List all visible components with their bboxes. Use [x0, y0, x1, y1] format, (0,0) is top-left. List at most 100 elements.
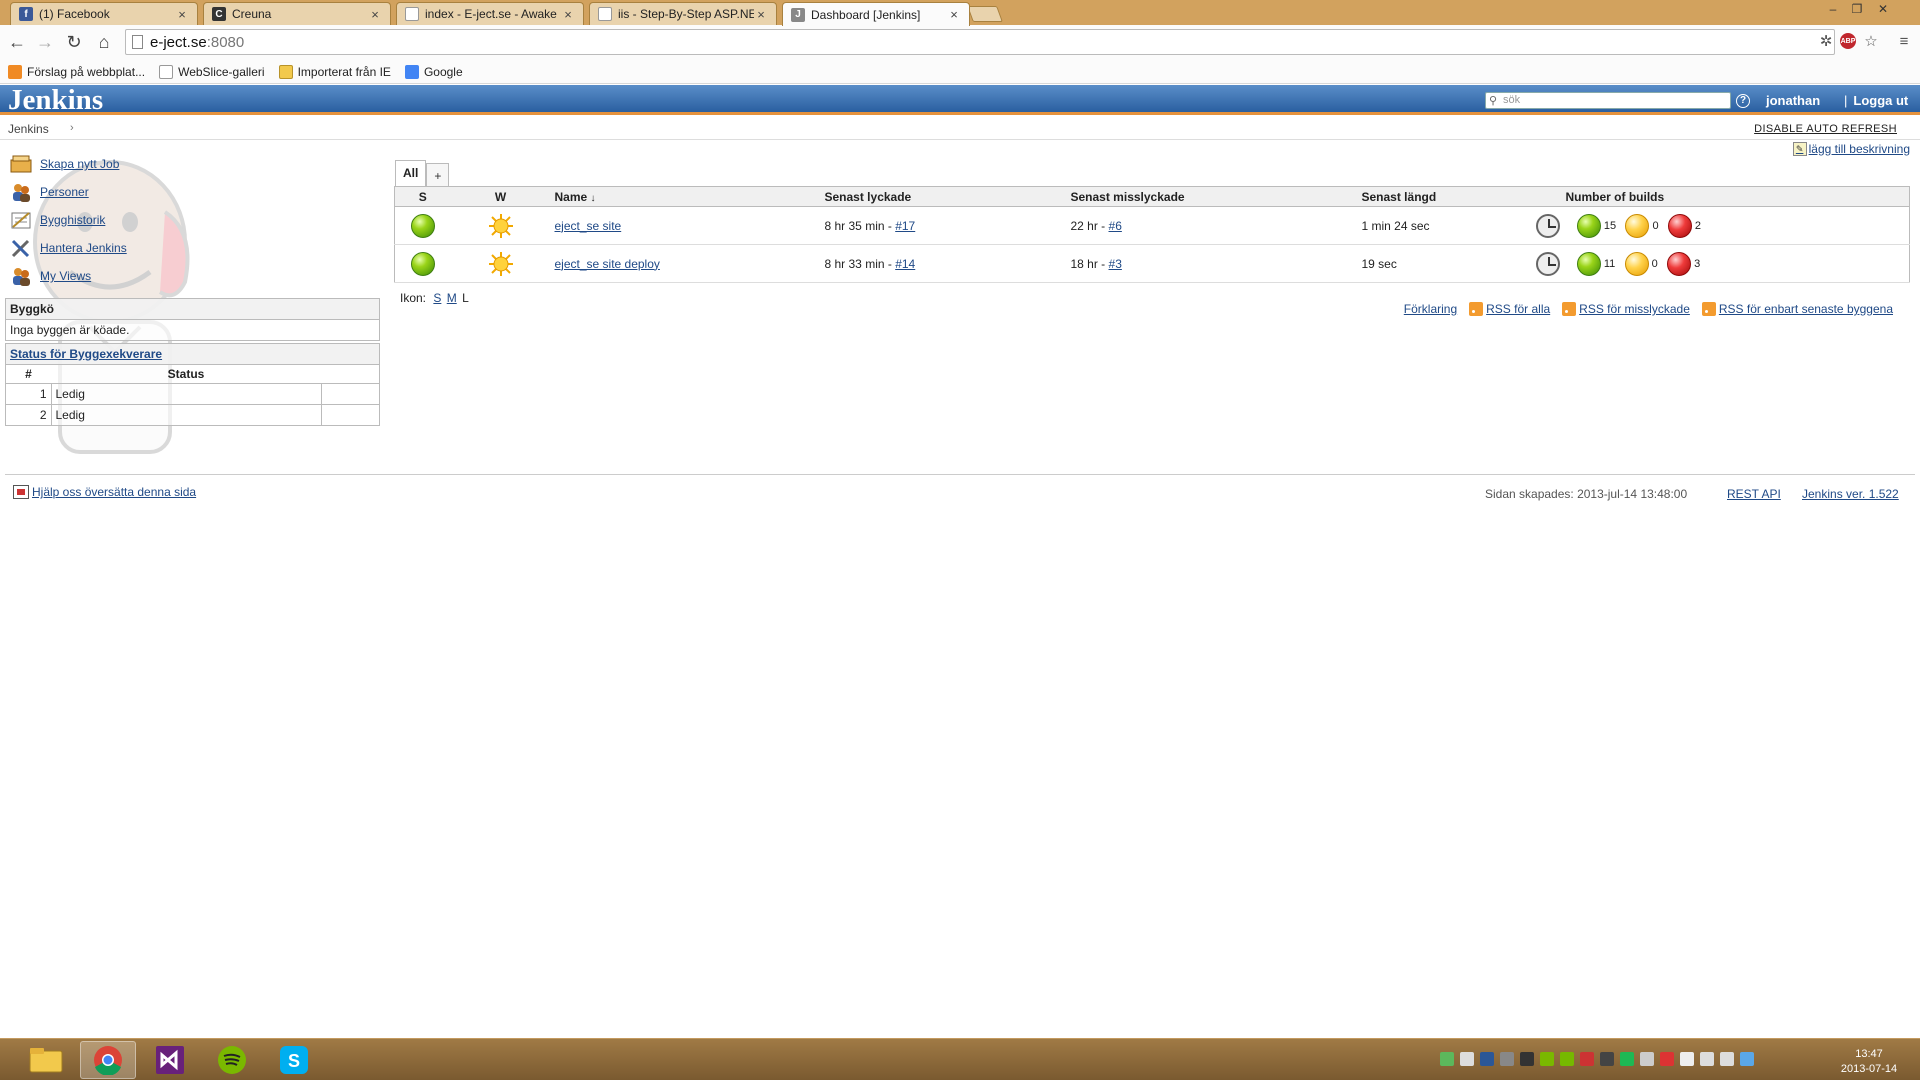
close-tab-icon[interactable]: × [754, 7, 768, 22]
build-queue-pane: Byggkö Inga byggen är köade. [5, 298, 380, 341]
task-build-history[interactable]: Bygghistorik [10, 206, 127, 234]
taskbar-clock[interactable]: 13:47 2013-07-14 [1834, 1047, 1904, 1077]
icon-size-small[interactable]: S [433, 291, 441, 305]
tray-app-icon[interactable] [1500, 1052, 1514, 1066]
bookmark-webslice-gallery[interactable]: WebSlice-galleri [159, 64, 265, 79]
task-label[interactable]: Skapa nytt Job [40, 157, 119, 171]
translate-label[interactable]: Hjälp oss översätta denna sida [32, 485, 196, 499]
last-success-build-link[interactable]: #17 [895, 219, 915, 233]
col-last-success[interactable]: Senast lyckade [820, 186, 1067, 207]
bookmark-suggested-sites[interactable]: Förslag på webbplat... [8, 64, 145, 79]
close-window-icon[interactable]: ✕ [1872, 2, 1894, 16]
bookmark-star-icon[interactable]: ☆ [1862, 32, 1880, 50]
close-tab-icon[interactable]: × [947, 7, 961, 22]
facebook-favicon-icon: f [19, 7, 33, 21]
tray-app-icon[interactable] [1660, 1052, 1674, 1066]
legend-link[interactable]: Förklaring [1404, 302, 1457, 316]
forward-arrow-icon[interactable]: → [34, 31, 56, 53]
steam-icon[interactable] [1520, 1052, 1534, 1066]
browser-tab-jenkins[interactable]: J Dashboard [Jenkins] × [782, 2, 970, 26]
tray-app-icon[interactable] [1580, 1052, 1594, 1066]
tray-app-icon[interactable] [1440, 1052, 1454, 1066]
col-weather[interactable]: W [450, 186, 551, 207]
task-new-job[interactable]: Skapa nytt Job [10, 150, 127, 178]
user-link[interactable]: jonathan [1766, 93, 1820, 108]
task-label[interactable]: Bygghistorik [40, 213, 105, 227]
last-failure-build-link[interactable]: #6 [1109, 219, 1122, 233]
search-input[interactable]: ⚲ sök [1485, 92, 1731, 109]
add-view-button[interactable]: + [426, 163, 450, 186]
col-number-of-builds[interactable]: Number of builds [1561, 186, 1910, 207]
bookmark-google[interactable]: Google [404, 64, 463, 79]
taskbar-explorer[interactable] [18, 1041, 74, 1079]
windows-taskbar: S 13:47 2013-07-14 [0, 1038, 1920, 1080]
translate-link[interactable]: Hjälp oss översätta denna sida [13, 485, 196, 499]
rest-api-link[interactable]: REST API [1727, 487, 1781, 501]
action-center-flag-icon[interactable] [1680, 1052, 1694, 1066]
help-icon[interactable]: ? [1736, 94, 1750, 108]
jenkins-logo[interactable]: Jenkins [8, 85, 103, 115]
browser-tab-facebook[interactable]: f (1) Facebook × [10, 2, 198, 25]
browser-tab-creuna[interactable]: C Creuna × [203, 2, 391, 25]
volume-icon[interactable] [1720, 1052, 1734, 1066]
schedule-build-icon[interactable] [1535, 251, 1560, 276]
taskbar-visual-studio[interactable] [142, 1041, 198, 1079]
rss-latest-link[interactable]: RSS för enbart senaste byggena [1701, 302, 1893, 316]
close-tab-icon[interactable]: × [368, 7, 382, 22]
adblock-icon[interactable]: ABP [1840, 33, 1856, 49]
add-description-link[interactable]: ✎ lägg till beskrivning [1792, 142, 1910, 156]
rss-failed-link[interactable]: RSS för misslyckade [1562, 302, 1690, 316]
taskbar-spotify[interactable] [204, 1041, 260, 1079]
close-tab-icon[interactable]: × [175, 7, 189, 22]
last-failure-build-link[interactable]: #3 [1109, 257, 1122, 271]
new-tab-button[interactable] [967, 6, 1003, 22]
task-label[interactable]: Personer [40, 185, 89, 199]
schedule-build-icon[interactable] [1535, 213, 1560, 238]
back-arrow-icon[interactable]: ← [6, 31, 28, 53]
minimize-window-icon[interactable]: – [1822, 2, 1844, 16]
job-name-link[interactable]: eject_se site [555, 219, 622, 233]
taskbar-chrome[interactable] [80, 1041, 136, 1079]
breadcrumb-arrow-icon[interactable]: › [70, 122, 74, 134]
tray-app-icon[interactable] [1540, 1052, 1554, 1066]
icon-size-medium[interactable]: M [447, 291, 457, 305]
browser-tab-index[interactable]: index - E-ject.se - Awake ... × [396, 2, 584, 25]
task-label[interactable]: Hantera Jenkins [40, 241, 127, 255]
rss-all-link[interactable]: RSS för alla [1469, 302, 1550, 316]
nvidia-icon[interactable] [1560, 1052, 1574, 1066]
edit-pencil-icon: ✎ [1792, 142, 1807, 156]
menu-icon[interactable]: ≡ [1895, 32, 1913, 50]
breadcrumb-jenkins[interactable]: Jenkins [8, 122, 49, 136]
tray-app-icon[interactable] [1460, 1052, 1474, 1066]
close-tab-icon[interactable]: × [561, 7, 575, 22]
tray-app-icon[interactable] [1640, 1052, 1654, 1066]
bookmark-imported-from-ie[interactable]: Importerat från IE [278, 64, 391, 79]
logout-link[interactable]: Logga ut [1844, 93, 1908, 108]
tray-app-icon[interactable] [1600, 1052, 1614, 1066]
col-name[interactable]: Name ↓ [550, 186, 821, 207]
disable-auto-refresh-link[interactable]: DISABLE AUTO REFRESH [1754, 123, 1897, 135]
spotify-tray-icon[interactable] [1620, 1052, 1634, 1066]
dropbox-icon[interactable] [1740, 1052, 1754, 1066]
last-success-build-link[interactable]: #14 [895, 257, 915, 271]
address-bar[interactable]: e-ject.se:8080 [125, 29, 1835, 55]
job-name-link[interactable]: eject_se site deploy [555, 257, 660, 271]
tab-all[interactable]: All [395, 160, 427, 186]
task-my-views[interactable]: My Views [10, 262, 127, 290]
maximize-window-icon[interactable]: ❐ [1846, 2, 1868, 16]
col-last-duration[interactable]: Senast längd [1357, 186, 1562, 207]
taskbar-skype[interactable]: S [266, 1041, 322, 1079]
col-last-failure[interactable]: Senast misslyckade [1066, 186, 1358, 207]
browser-tab-iis[interactable]: iis - Step-By-Step ASP.NET ... × [589, 2, 777, 25]
task-manage-jenkins[interactable]: Hantera Jenkins [10, 234, 127, 262]
task-label[interactable]: My Views [40, 269, 91, 283]
jenkins-version-link[interactable]: Jenkins ver. 1.522 [1802, 487, 1899, 501]
tray-app-icon[interactable] [1480, 1052, 1494, 1066]
home-icon[interactable]: ⌂ [93, 31, 115, 53]
network-icon[interactable] [1700, 1052, 1714, 1066]
col-status[interactable]: S [394, 186, 451, 207]
executor-status-link[interactable]: Status för Byggexekverare [10, 347, 162, 361]
task-people[interactable]: Personer [10, 178, 127, 206]
extension-gear-icon[interactable]: ✲ [1817, 32, 1835, 50]
reload-icon[interactable]: ↻ [63, 31, 85, 53]
